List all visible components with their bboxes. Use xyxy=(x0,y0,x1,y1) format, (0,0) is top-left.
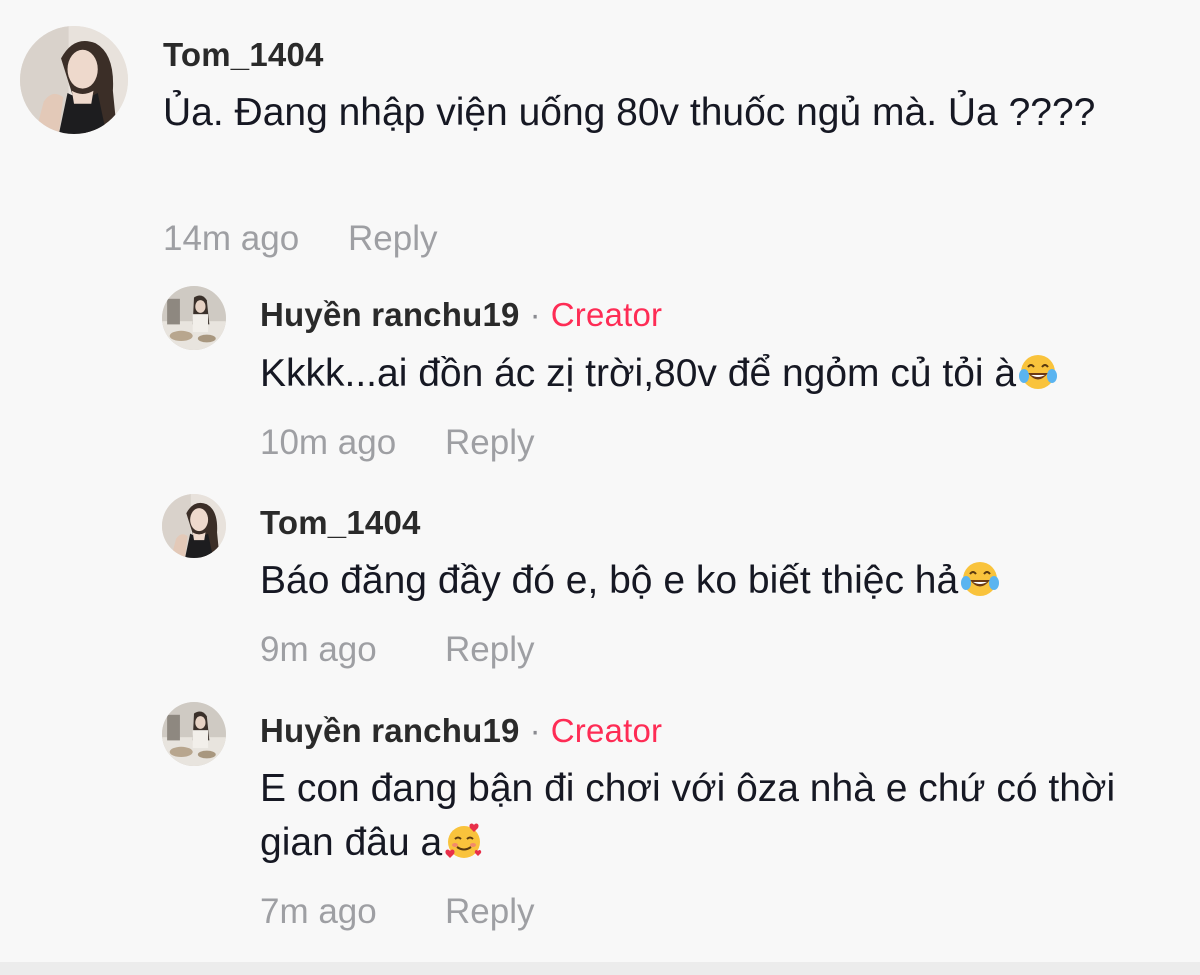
reply-timestamp: 9m ago xyxy=(260,630,377,669)
tears-of-joy-emoji-icon xyxy=(1018,352,1058,392)
reply-username[interactable]: Tom_1404 xyxy=(260,504,421,542)
creator-badge: Creator xyxy=(550,712,663,749)
reply-meta: 9m ago Reply xyxy=(260,630,534,670)
reply-meta: 10m ago Reply xyxy=(260,423,534,463)
reply-item: Huyền ranchu19 · Creator E con đang bận đi… xyxy=(0,690,1200,962)
reply-text: Báo đăng đầy đó e, bộ e ko biết thiệc hả xyxy=(260,554,1190,608)
reply-timestamp: 7m ago xyxy=(260,892,377,931)
user-avatar-icon xyxy=(20,26,128,134)
smiling-face-with-hearts-emoji-icon xyxy=(444,821,484,861)
avatar[interactable] xyxy=(162,286,226,350)
reply-text-content: Kkkk...ai đồn ác zị trời,80v để ngỏm củ … xyxy=(260,352,1017,395)
comment-timestamp: 14m ago xyxy=(163,219,300,258)
reply-button[interactable]: Reply xyxy=(445,630,534,669)
comment-username[interactable]: Tom_1404 xyxy=(163,36,324,74)
tears-of-joy-emoji-icon xyxy=(960,559,1000,599)
separator-dot: · xyxy=(529,296,541,333)
comment-meta: 14m ago Reply xyxy=(163,219,437,259)
reply-username[interactable]: Huyền ranchu19 xyxy=(260,712,520,749)
comment-text: Ủa. Đang nhập viện uống 80v thuốc ngủ mà… xyxy=(163,91,1096,134)
reply-text: Kkkk...ai đồn ác zị trời,80v để ngỏm củ … xyxy=(260,347,1190,401)
reply-text-content: Báo đăng đầy đó e, bộ e ko biết thiệc hả xyxy=(260,559,959,602)
avatar[interactable] xyxy=(20,26,128,134)
creator-badge: Creator xyxy=(550,296,663,333)
comment-item: Tom_1404 Ủa. Đang nhập viện uống 80v thu… xyxy=(0,0,1200,270)
reply-button[interactable]: Reply xyxy=(348,219,437,258)
creator-avatar-icon xyxy=(162,286,226,350)
avatar[interactable] xyxy=(162,702,226,766)
bottom-divider xyxy=(0,962,1200,975)
reply-username-row: Huyền ranchu19 · Creator xyxy=(260,712,662,750)
reply-item: Tom_1404 Báo đăng đầy đó e, bộ e ko biết… xyxy=(0,480,1200,690)
reply-timestamp: 10m ago xyxy=(260,423,397,462)
reply-text: E con đang bận đi chơi với ôza nhà e chứ… xyxy=(260,762,1160,870)
reply-username-row: Huyền ranchu19 · Creator xyxy=(260,296,662,334)
reply-button[interactable]: Reply xyxy=(445,892,534,931)
reply-meta: 7m ago Reply xyxy=(260,892,534,932)
avatar[interactable] xyxy=(162,494,226,558)
reply-button[interactable]: Reply xyxy=(445,423,534,462)
separator-dot: · xyxy=(529,712,541,749)
reply-username[interactable]: Huyền ranchu19 xyxy=(260,296,520,333)
reply-text-content: E con đang bận đi chơi với ôza nhà e chứ… xyxy=(260,767,1116,864)
user-avatar-icon xyxy=(162,494,226,558)
creator-avatar-icon xyxy=(162,702,226,766)
reply-item: Huyền ranchu19 · Creator Kkkk...ai đồn ác … xyxy=(0,270,1200,480)
